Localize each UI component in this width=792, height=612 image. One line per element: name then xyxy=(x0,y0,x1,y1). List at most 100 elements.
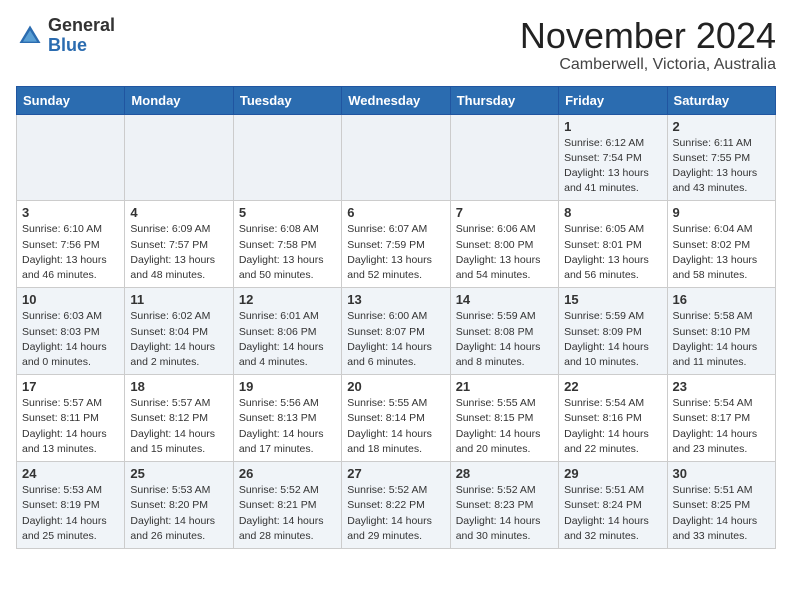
day-number: 26 xyxy=(239,466,336,481)
calendar-day-cell: 7 Sunrise: 6:06 AMSunset: 8:00 PMDaylight… xyxy=(450,201,558,288)
day-info: Sunrise: 6:07 AMSunset: 7:59 PMDaylight:… xyxy=(347,222,444,283)
day-number: 4 xyxy=(130,205,227,220)
day-number: 5 xyxy=(239,205,336,220)
day-number: 29 xyxy=(564,466,661,481)
day-info: Sunrise: 5:54 AMSunset: 8:16 PMDaylight:… xyxy=(564,396,661,457)
calendar-day-cell: 17Sunrise: 5:57 AMSunset: 8:11 PMDayligh… xyxy=(17,375,125,462)
day-number: 3 xyxy=(22,205,119,220)
day-info: Sunrise: 6:06 AMSunset: 8:00 PMDaylight:… xyxy=(456,222,553,283)
day-info: Sunrise: 6:12 AMSunset: 7:54 PMDaylight:… xyxy=(564,136,661,197)
calendar-day-cell: 19 Sunrise: 5:56 AMSunset: 8:13 PMDayligh… xyxy=(233,375,341,462)
day-info: Sunrise: 5:51 AMSunset: 8:24 PMDaylight:… xyxy=(564,483,661,544)
calendar-day-cell: 30 Sunrise: 5:51 AMSunset: 8:25 PMDayligh… xyxy=(667,462,775,549)
calendar-day-cell: 8 Sunrise: 6:05 AMSunset: 8:01 PMDaylight… xyxy=(559,201,667,288)
calendar-day-cell: 2 Sunrise: 6:11 AMSunset: 7:55 PMDaylight… xyxy=(667,114,775,201)
calendar-week-row: 10Sunrise: 6:03 AMSunset: 8:03 PMDayligh… xyxy=(17,288,776,375)
calendar-day-cell: 28 Sunrise: 5:52 AMSunset: 8:23 PMDayligh… xyxy=(450,462,558,549)
calendar-day-cell: 20 Sunrise: 5:55 AMSunset: 8:14 PMDayligh… xyxy=(342,375,450,462)
day-number: 28 xyxy=(456,466,553,481)
calendar-day-cell: 23Sunrise: 5:54 AMSunset: 8:17 PMDayligh… xyxy=(667,375,775,462)
day-info: Sunrise: 5:53 AMSunset: 8:20 PMDaylight:… xyxy=(130,483,227,544)
day-info: Sunrise: 6:10 AMSunset: 7:56 PMDaylight:… xyxy=(22,222,119,283)
location: Camberwell, Victoria, Australia xyxy=(520,56,776,74)
calendar-week-row: 24 Sunrise: 5:53 AMSunset: 8:19 PMDayligh… xyxy=(17,462,776,549)
calendar-day-cell xyxy=(233,114,341,201)
calendar-week-row: 1 Sunrise: 6:12 AMSunset: 7:54 PMDaylight… xyxy=(17,114,776,201)
calendar-day-cell: 3 Sunrise: 6:10 AMSunset: 7:56 PMDaylight… xyxy=(17,201,125,288)
calendar-day-cell: 18 Sunrise: 5:57 AMSunset: 8:12 PMDayligh… xyxy=(125,375,233,462)
day-info: Sunrise: 6:05 AMSunset: 8:01 PMDaylight:… xyxy=(564,222,661,283)
calendar-day-cell: 11 Sunrise: 6:02 AMSunset: 8:04 PMDayligh… xyxy=(125,288,233,375)
calendar-day-cell: 22 Sunrise: 5:54 AMSunset: 8:16 PMDayligh… xyxy=(559,375,667,462)
calendar-day-cell xyxy=(342,114,450,201)
day-info: Sunrise: 6:02 AMSunset: 8:04 PMDaylight:… xyxy=(130,309,227,370)
day-number: 14 xyxy=(456,292,553,307)
day-number: 27 xyxy=(347,466,444,481)
day-number: 20 xyxy=(347,379,444,394)
calendar-header-monday: Monday xyxy=(125,86,233,114)
day-info: Sunrise: 5:58 AMSunset: 8:10 PMDaylight:… xyxy=(673,309,770,370)
day-info: Sunrise: 5:53 AMSunset: 8:19 PMDaylight:… xyxy=(22,483,119,544)
day-info: Sunrise: 5:51 AMSunset: 8:25 PMDaylight:… xyxy=(673,483,770,544)
calendar-day-cell: 25 Sunrise: 5:53 AMSunset: 8:20 PMDayligh… xyxy=(125,462,233,549)
logo-general: General xyxy=(48,15,115,35)
day-info: Sunrise: 5:55 AMSunset: 8:14 PMDaylight:… xyxy=(347,396,444,457)
calendar-header-sunday: Sunday xyxy=(17,86,125,114)
day-number: 8 xyxy=(564,205,661,220)
day-info: Sunrise: 6:08 AMSunset: 7:58 PMDaylight:… xyxy=(239,222,336,283)
day-number: 30 xyxy=(673,466,770,481)
day-number: 1 xyxy=(564,119,661,134)
day-info: Sunrise: 6:03 AMSunset: 8:03 PMDaylight:… xyxy=(22,309,119,370)
day-info: Sunrise: 6:11 AMSunset: 7:55 PMDaylight:… xyxy=(673,136,770,197)
month-title: November 2024 xyxy=(520,16,776,56)
calendar-header-tuesday: Tuesday xyxy=(233,86,341,114)
calendar-day-cell: 13 Sunrise: 6:00 AMSunset: 8:07 PMDayligh… xyxy=(342,288,450,375)
calendar-day-cell: 15 Sunrise: 5:59 AMSunset: 8:09 PMDayligh… xyxy=(559,288,667,375)
calendar-table: SundayMondayTuesdayWednesdayThursdayFrid… xyxy=(16,86,776,549)
calendar-day-cell: 10Sunrise: 6:03 AMSunset: 8:03 PMDayligh… xyxy=(17,288,125,375)
day-number: 13 xyxy=(347,292,444,307)
calendar-day-cell: 12 Sunrise: 6:01 AMSunset: 8:06 PMDayligh… xyxy=(233,288,341,375)
page-header: General Blue November 2024 Camberwell, V… xyxy=(16,16,776,74)
day-number: 7 xyxy=(456,205,553,220)
day-number: 18 xyxy=(130,379,227,394)
logo-blue: Blue xyxy=(48,35,87,55)
calendar-day-cell xyxy=(17,114,125,201)
calendar-day-cell: 29 Sunrise: 5:51 AMSunset: 8:24 PMDayligh… xyxy=(559,462,667,549)
calendar-day-cell: 21 Sunrise: 5:55 AMSunset: 8:15 PMDayligh… xyxy=(450,375,558,462)
day-info: Sunrise: 5:59 AMSunset: 8:09 PMDaylight:… xyxy=(564,309,661,370)
day-number: 2 xyxy=(673,119,770,134)
day-info: Sunrise: 6:04 AMSunset: 8:02 PMDaylight:… xyxy=(673,222,770,283)
day-info: Sunrise: 5:57 AMSunset: 8:12 PMDaylight:… xyxy=(130,396,227,457)
title-block: November 2024 Camberwell, Victoria, Aust… xyxy=(520,16,776,74)
calendar-day-cell: 26Sunrise: 5:52 AMSunset: 8:21 PMDayligh… xyxy=(233,462,341,549)
day-number: 15 xyxy=(564,292,661,307)
day-number: 21 xyxy=(456,379,553,394)
calendar-header-thursday: Thursday xyxy=(450,86,558,114)
day-number: 22 xyxy=(564,379,661,394)
calendar-day-cell: 16Sunrise: 5:58 AMSunset: 8:10 PMDayligh… xyxy=(667,288,775,375)
calendar-day-cell: 14Sunrise: 5:59 AMSunset: 8:08 PMDayligh… xyxy=(450,288,558,375)
calendar-day-cell xyxy=(125,114,233,201)
day-info: Sunrise: 6:01 AMSunset: 8:06 PMDaylight:… xyxy=(239,309,336,370)
calendar-header-friday: Friday xyxy=(559,86,667,114)
calendar-day-cell: 6 Sunrise: 6:07 AMSunset: 7:59 PMDaylight… xyxy=(342,201,450,288)
day-number: 24 xyxy=(22,466,119,481)
day-number: 25 xyxy=(130,466,227,481)
day-info: Sunrise: 5:52 AMSunset: 8:23 PMDaylight:… xyxy=(456,483,553,544)
day-number: 6 xyxy=(347,205,444,220)
day-info: Sunrise: 6:09 AMSunset: 7:57 PMDaylight:… xyxy=(130,222,227,283)
day-info: Sunrise: 5:54 AMSunset: 8:17 PMDaylight:… xyxy=(673,396,770,457)
day-number: 12 xyxy=(239,292,336,307)
calendar-header-row: SundayMondayTuesdayWednesdayThursdayFrid… xyxy=(17,86,776,114)
calendar-day-cell: 27Sunrise: 5:52 AMSunset: 8:22 PMDayligh… xyxy=(342,462,450,549)
logo: General Blue xyxy=(16,16,115,56)
day-number: 19 xyxy=(239,379,336,394)
day-info: Sunrise: 6:00 AMSunset: 8:07 PMDaylight:… xyxy=(347,309,444,370)
calendar-header-saturday: Saturday xyxy=(667,86,775,114)
day-number: 11 xyxy=(130,292,227,307)
day-info: Sunrise: 5:55 AMSunset: 8:15 PMDaylight:… xyxy=(456,396,553,457)
calendar-day-cell: 1 Sunrise: 6:12 AMSunset: 7:54 PMDaylight… xyxy=(559,114,667,201)
day-info: Sunrise: 5:56 AMSunset: 8:13 PMDaylight:… xyxy=(239,396,336,457)
calendar-header-wednesday: Wednesday xyxy=(342,86,450,114)
